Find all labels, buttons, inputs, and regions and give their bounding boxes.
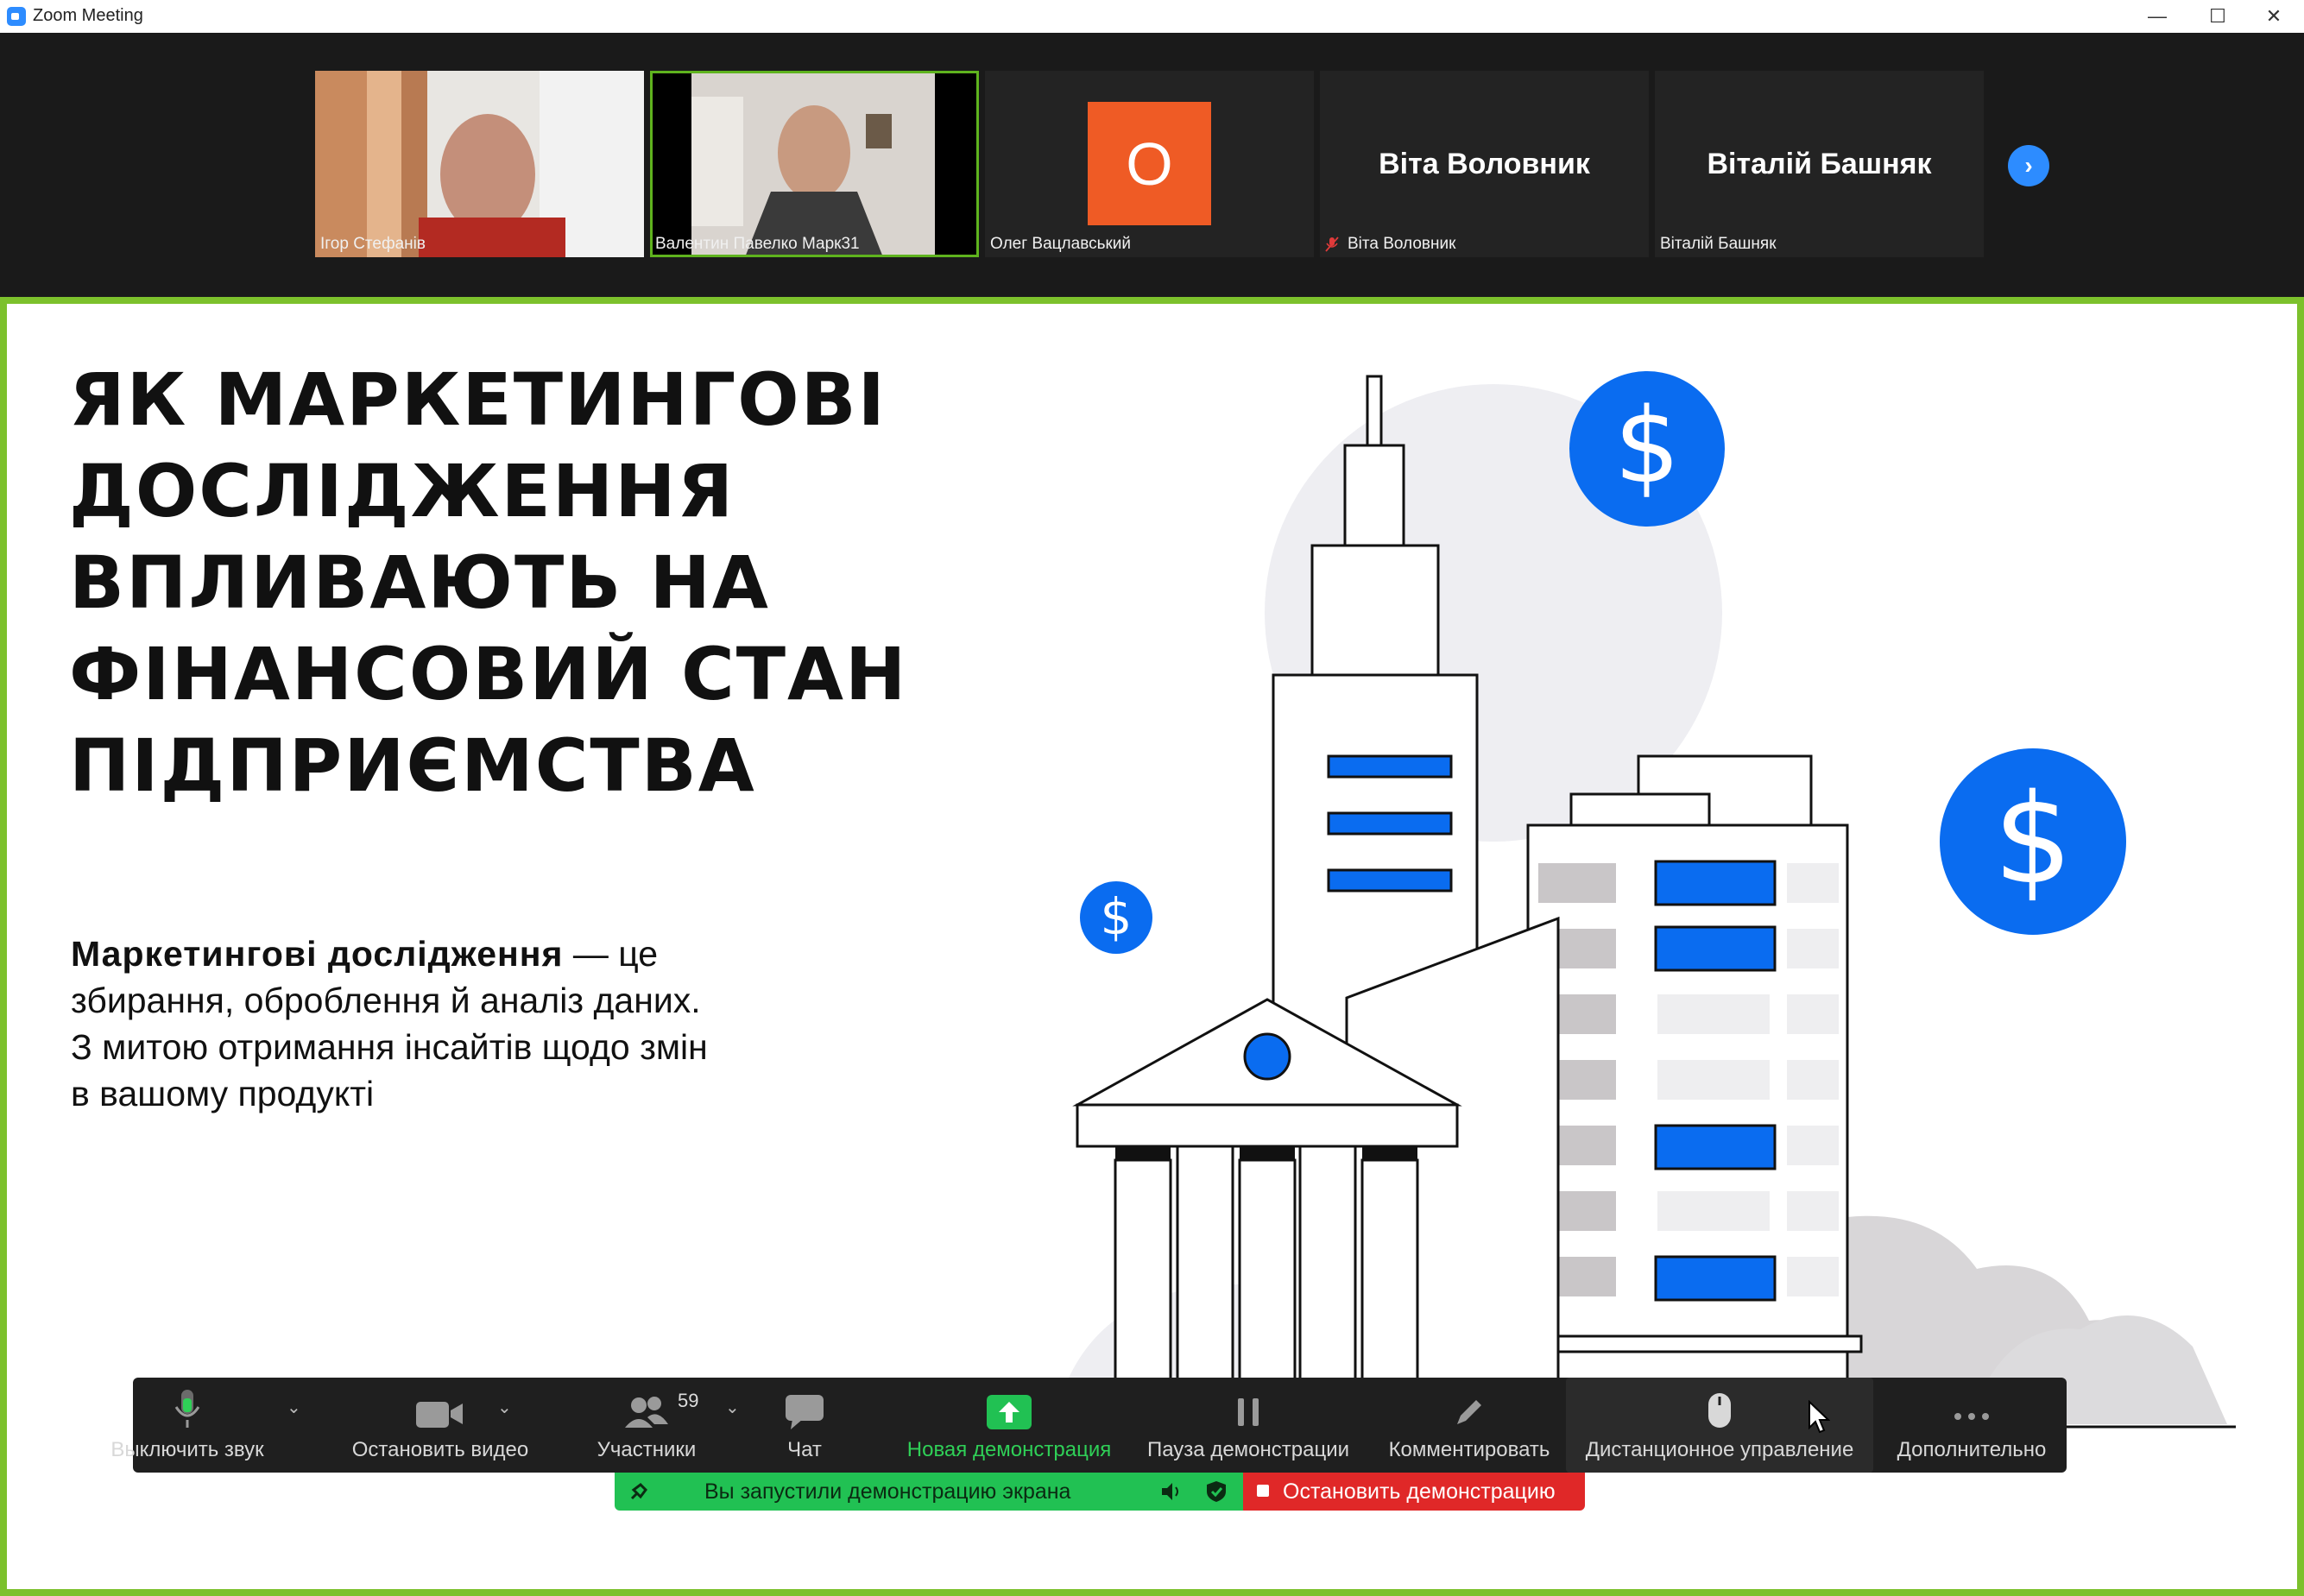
slide-body-text: збирання, оброблення й аналіз даних.: [71, 981, 701, 1020]
participant-name: Олег Вацлавський: [990, 235, 1132, 253]
video-camera-icon: [416, 1402, 463, 1428]
sharing-status-bar[interactable]: Вы запустили демонстрацию экрана: [615, 1473, 1243, 1511]
participant-avatar: О: [1088, 102, 1211, 225]
participant-tile-active-speaker[interactable]: Валентин Павелко Марк31: [650, 71, 979, 257]
chevron-right-icon: ›: [2024, 152, 2033, 179]
new-share-button[interactable]: Новая демонстрация: [893, 1378, 1126, 1473]
slide-title: ЯК МАРКЕТИНГОВІ ДОСЛІДЖЕННЯ ВПЛИВАЮТЬ НА…: [69, 354, 975, 811]
stop-share-button[interactable]: Остановить демонстрацию: [1243, 1473, 1585, 1511]
participants-icon: [625, 1397, 668, 1428]
slide-title-line: ФІНАНСОВИЙ СТАН: [69, 632, 908, 716]
participants-count: 59: [678, 1390, 699, 1411]
dollar-symbol: $: [1993, 766, 2073, 912]
minimize-button[interactable]: —: [2127, 0, 2187, 33]
window-title: Zoom Meeting: [33, 6, 143, 25]
participant-tile[interactable]: Віта Воловник Віта Воловник: [1320, 71, 1649, 257]
window-titlebar: Zoom Meeting — ☐ ✕: [0, 0, 2304, 34]
share-screen-icon: [987, 1395, 1032, 1429]
more-dots-icon: [1954, 1413, 1989, 1420]
slide-body-text: З митою отримання інсайтів щодо змін: [71, 1027, 708, 1067]
mute-label: Выключить звук: [110, 1438, 264, 1461]
slide-title-line: ПІДПРИЄМСТВА: [69, 723, 756, 808]
shield-check-icon: [1207, 1481, 1226, 1502]
meeting-toolbar: Выключить звук ⌄ Остановить видео ⌄ Учас…: [110, 1378, 2067, 1473]
participant-display-name: Віта Воловник: [1379, 147, 1590, 180]
stop-video-button[interactable]: Остановить видео: [330, 1378, 551, 1473]
participant-name: Віталій Башняк: [1660, 235, 1777, 253]
participant-video: [315, 71, 644, 257]
stop-square-icon: [1257, 1485, 1269, 1497]
pause-share-label: Пауза демонстрации: [1146, 1438, 1350, 1461]
pause-share-button[interactable]: Пауза демонстрации: [1136, 1378, 1360, 1473]
zoom-app-icon: [7, 7, 26, 26]
participant-display-name: Віталій Башняк: [1707, 147, 1932, 180]
maximize-button[interactable]: ☐: [2187, 0, 2248, 33]
more-button[interactable]: Дополнительно: [1885, 1378, 2058, 1473]
participant-video: [650, 71, 979, 257]
slide-body-text: — це: [563, 934, 659, 974]
dollar-coin-icon: $: [1940, 748, 2126, 935]
dollar-symbol: $: [1101, 887, 1133, 946]
slide-title-line: ДОСЛІДЖЕННЯ: [69, 449, 735, 533]
dollar-coin-icon: $: [1080, 881, 1152, 954]
pin-icon: [630, 1483, 647, 1500]
slide-body-term: Маркетингові дослідження: [71, 934, 564, 974]
microphone-icon: [174, 1390, 200, 1428]
slide-title-line: ВПЛИВАЮТЬ НА: [69, 540, 770, 625]
stop-share-label: Остановить демонстрацию: [1283, 1479, 1556, 1504]
participants-label: Участники: [597, 1438, 697, 1461]
participant-name: Ігор Стефанів: [320, 235, 426, 253]
slide-title-line: ЯК МАРКЕТИНГОВІ: [69, 357, 887, 442]
slide-body: Маркетингові дослідження — це збирання, …: [71, 930, 848, 1117]
close-button[interactable]: ✕: [2244, 0, 2304, 33]
participants-strip: Ігор Стефанів Валентин Павелко Марк31 О …: [0, 33, 2304, 297]
annotate-button[interactable]: Комментировать: [1374, 1378, 1564, 1473]
remote-control-label: Дистанционное управление: [1585, 1438, 1854, 1461]
participant-tile[interactable]: О Олег Вацлавський: [985, 71, 1314, 257]
next-participants-button[interactable]: ›: [2008, 145, 2049, 186]
stop-video-label: Остановить видео: [351, 1438, 529, 1461]
more-label: Дополнительно: [1897, 1438, 2047, 1461]
mouse-icon: [1708, 1393, 1731, 1428]
video-options-chevron-icon[interactable]: ⌄: [497, 1397, 512, 1418]
new-share-label: Новая демонстрация: [906, 1438, 1112, 1461]
participants-options-chevron-icon[interactable]: ⌄: [725, 1397, 740, 1418]
participant-name: Валентин Павелко Марк31: [655, 235, 860, 253]
participant-name: Віта Воловник: [1348, 235, 1456, 253]
chat-icon: [786, 1395, 824, 1429]
sharing-status-text: Вы запустили демонстрацию экрана: [704, 1479, 1071, 1504]
mic-muted-icon: [1325, 237, 1339, 252]
slide-body-text: в вашому продукті: [71, 1074, 375, 1113]
chat-label: Чат: [787, 1438, 822, 1461]
mouse-cursor-icon: [1808, 1400, 1830, 1434]
speaker-icon: [1162, 1483, 1178, 1500]
pencil-icon: [1457, 1400, 1481, 1424]
mute-button[interactable]: Выключить звук: [110, 1378, 264, 1473]
audio-options-chevron-icon[interactable]: ⌄: [287, 1397, 301, 1418]
city-finance-illustration: $ $ $: [1036, 371, 2236, 1429]
chat-button[interactable]: Чат: [770, 1378, 839, 1473]
dollar-coin-icon: $: [1569, 371, 1725, 527]
pause-icon: [1238, 1398, 1259, 1426]
dollar-symbol: $: [1614, 387, 1680, 507]
annotate-label: Комментировать: [1388, 1438, 1550, 1461]
participant-tile[interactable]: Ігор Стефанів: [315, 71, 644, 257]
participant-tile[interactable]: Віталій Башняк Віталій Башняк: [1655, 71, 1984, 257]
